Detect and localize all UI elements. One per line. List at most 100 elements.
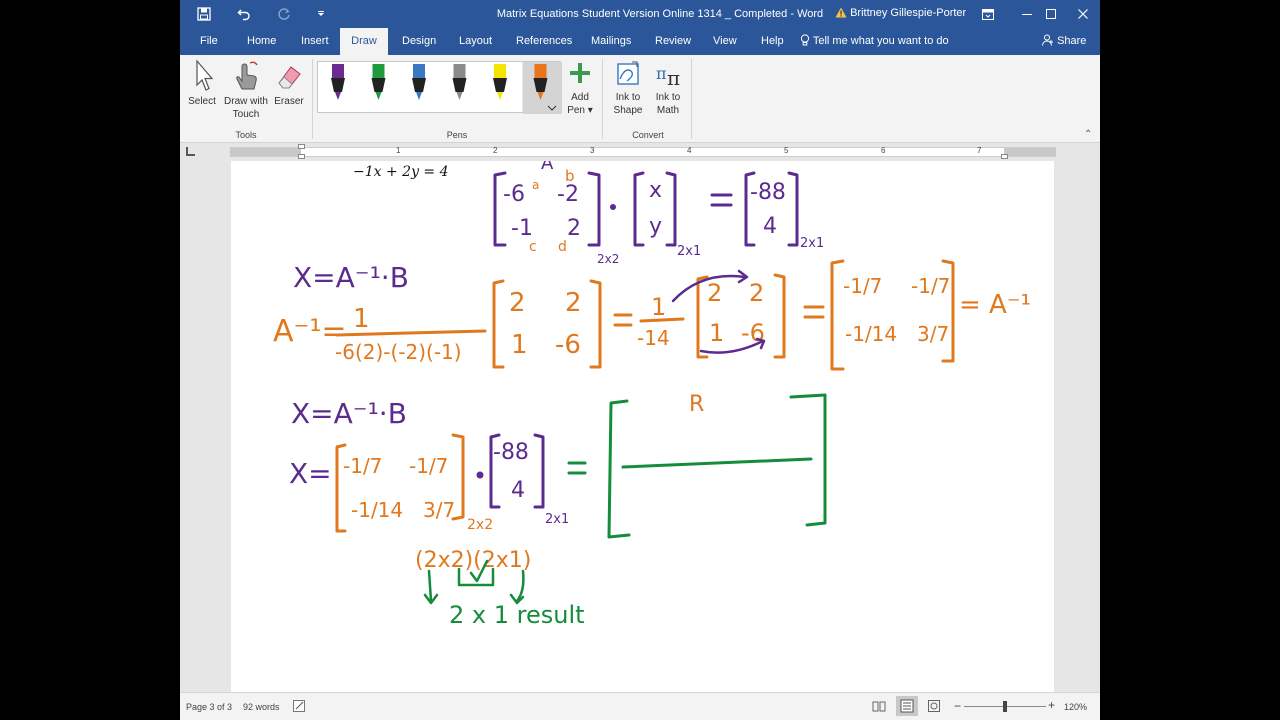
ruler-number: 2: [493, 146, 498, 155]
document-page[interactable]: −1x + 2y = 4 A b -6 a -2 -1 2 c d 2x2 x: [231, 161, 1054, 692]
tab-draw[interactable]: Draw: [340, 28, 388, 55]
pen-1[interactable]: [331, 64, 345, 100]
tools-group-label: Tools: [235, 130, 257, 140]
status-bar: Page 3 of 3 92 words − + 120%: [180, 692, 1100, 720]
pens-svg: [331, 62, 563, 114]
proofing-icon[interactable]: [293, 700, 307, 714]
ink-entry: -88: [493, 440, 529, 465]
warning-icon: [835, 7, 847, 21]
select-button[interactable]: Select: [187, 59, 217, 108]
tab-layout[interactable]: Layout: [453, 28, 498, 55]
page-count[interactable]: Page 3 of 3: [186, 702, 232, 712]
maximize-icon[interactable]: [1034, 0, 1068, 28]
read-mode-icon[interactable]: [872, 700, 886, 714]
pens-group-label: Pens: [446, 130, 468, 140]
ruler-number: 5: [784, 146, 789, 155]
add-pen-button[interactable]: Add Pen ▾: [565, 59, 595, 117]
tell-me-search[interactable]: Tell me what you want to do: [800, 28, 949, 57]
tab-review[interactable]: Review: [649, 28, 697, 55]
close-icon[interactable]: [1066, 0, 1100, 28]
tab-design[interactable]: Design: [396, 28, 442, 55]
ruler-strip: 1 2 3 4 5 6 7: [230, 144, 1056, 159]
ink-bracket: [696, 275, 709, 359]
user-account[interactable]: Brittney Gillespie-Porter: [835, 7, 966, 21]
ink-to-math-button[interactable]: ππ Ink to Math: [649, 59, 687, 117]
zoom-level[interactable]: 120%: [1064, 702, 1087, 712]
ink-label-A: A: [541, 161, 554, 174]
ink-result-text: 2 x 1 result: [449, 601, 585, 629]
horizontal-ruler: 1 2 3 4 5 6 7: [180, 143, 1100, 161]
undo-icon[interactable]: [230, 0, 258, 28]
ink-dot: [610, 204, 616, 210]
tab-mailings[interactable]: Mailings: [585, 28, 637, 55]
ink-entry: -1/14: [845, 322, 897, 346]
ink-entry: -88: [750, 180, 786, 205]
ink-fraction-denominator: -6(2)-(-2)(-1): [335, 340, 462, 364]
ink-equals: [567, 461, 587, 475]
zoom-in-button[interactable]: +: [1048, 698, 1055, 712]
pen-4[interactable]: [452, 64, 467, 100]
ink-arrow-left: [427, 569, 433, 603]
draw-touch-label-2: Touch: [232, 109, 260, 120]
pen-5[interactable]: [493, 64, 507, 100]
collapse-ribbon-icon[interactable]: ⌃: [1084, 129, 1092, 140]
share-button[interactable]: Share: [1042, 28, 1086, 57]
eraser-icon: [278, 66, 301, 89]
save-icon[interactable]: [190, 0, 218, 28]
ink-entry: -6: [503, 182, 525, 207]
svg-text:π: π: [656, 64, 667, 83]
ink-equals: [613, 313, 633, 327]
tab-view[interactable]: View: [707, 28, 743, 55]
ink-equation-2: X=A⁻¹·B: [291, 397, 407, 430]
tab-insert[interactable]: Insert: [295, 28, 335, 55]
ink-entry: 1: [709, 319, 724, 347]
lightbulb-icon: [800, 30, 810, 57]
right-indent-handle[interactable]: [1001, 154, 1008, 159]
ink-bracket: [830, 259, 845, 371]
ink-entry: -1/7: [911, 274, 950, 298]
ink-bracket: [589, 279, 602, 369]
zoom-out-button[interactable]: −: [954, 699, 961, 713]
ink-entry: 2: [749, 279, 764, 307]
pen-gallery: [317, 61, 563, 114]
pen-2[interactable]: [371, 64, 386, 100]
tab-references[interactable]: References: [510, 28, 578, 55]
chevron-down-icon: ▾: [587, 105, 593, 116]
ink-fraction-numerator: 1: [651, 293, 666, 321]
ink-inverse-rhs: = A⁻¹: [959, 290, 1031, 320]
customize-qat-icon[interactable]: [307, 0, 335, 28]
ink-row-system: A b -6 a -2 -1 2 c d 2x2 x y 2x1 -88 4 2…: [493, 161, 824, 266]
person-icon: [1042, 30, 1054, 57]
redo-icon[interactable]: [270, 0, 298, 28]
ruler-number: 3: [590, 146, 595, 155]
ribbon-display-icon[interactable]: [971, 0, 1005, 28]
word-count[interactable]: 92 words: [243, 702, 280, 712]
ink-bracket: [492, 279, 505, 369]
tab-home[interactable]: Home: [241, 28, 282, 55]
ink-to-shape-button[interactable]: Ink to Shape: [609, 59, 647, 117]
web-layout-icon[interactable]: [928, 700, 942, 714]
ink-dim: 2x2: [467, 517, 493, 533]
eraser-button[interactable]: Eraser: [273, 59, 305, 108]
zoom-slider-thumb[interactable]: [1003, 701, 1007, 712]
group-divider: [602, 59, 603, 139]
draw-with-touch-button[interactable]: Draw with Touch: [222, 59, 270, 121]
tab-help[interactable]: Help: [755, 28, 790, 55]
left-indent-handle[interactable]: [298, 154, 305, 159]
ink-to-math-label-1: Ink to: [655, 92, 681, 103]
add-pen-label-1: Add: [571, 92, 589, 103]
tab-selector-icon[interactable]: [186, 147, 195, 156]
pen-3[interactable]: [412, 64, 426, 100]
ink-bracket: [773, 273, 786, 359]
first-line-indent-handle[interactable]: [298, 144, 305, 149]
svg-text:π: π: [667, 66, 680, 89]
ink-entry: -1/14: [351, 498, 403, 522]
add-pen-label-2: Pen ▾: [567, 105, 593, 116]
ink-bracket: [533, 433, 545, 509]
ink-drawing: A b -6 a -2 -1 2 c d 2x2 x y 2x1 -88 4 2…: [273, 161, 1031, 629]
ink-entry: 2: [565, 288, 582, 318]
tab-file[interactable]: File: [194, 28, 224, 55]
print-layout-icon[interactable]: [896, 696, 918, 716]
ink-result-r: R: [689, 392, 704, 417]
ink-to-shape-icon: [617, 61, 639, 85]
